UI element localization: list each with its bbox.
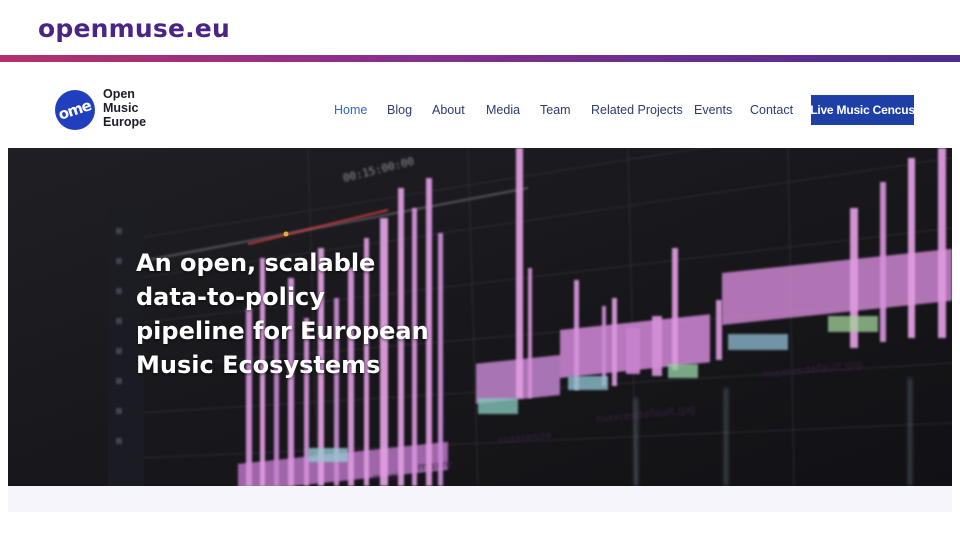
nav-about[interactable]: About (432, 103, 465, 117)
site-logo[interactable]: ome Open Music Europe (55, 87, 155, 131)
nav-related-projects[interactable]: Related Projects (591, 103, 683, 117)
logo-line: Music (103, 101, 139, 115)
headline-line: data-to-policy (136, 283, 325, 311)
website-screenshot: ome Open Music Europe Home Blog About Me… (8, 68, 952, 512)
content-strip (8, 486, 952, 512)
nav-contact[interactable]: Contact (750, 103, 793, 117)
nav-blog[interactable]: Blog (387, 103, 412, 117)
site-header: ome Open Music Europe Home Blog About Me… (8, 68, 952, 148)
logo-wordmark: Open Music Europe (103, 87, 146, 129)
hero-headline: An open, scalable data-to-policy pipelin… (136, 246, 496, 382)
logo-line: Open (103, 87, 135, 101)
headline-line: Music Ecosystems (136, 351, 381, 379)
headline-line: pipeline for European (136, 317, 429, 345)
logo-badge-icon: ome (55, 90, 95, 130)
nav-team[interactable]: Team (540, 103, 571, 117)
logo-mark: ome (56, 96, 94, 124)
nav-home[interactable]: Home (334, 103, 367, 117)
slide-title: openmuse.eu (38, 14, 230, 43)
title-divider (0, 55, 960, 62)
headline-line: An open, scalable (136, 249, 376, 277)
logo-line: Europe (103, 115, 147, 129)
hero-banner: 00:15:00:00 maxresde maxresdefault.jpg m… (8, 148, 952, 486)
nav-events[interactable]: Events (694, 103, 732, 117)
live-music-census-button[interactable]: Live Music Cencus (810, 95, 915, 125)
nav-media[interactable]: Media (486, 103, 520, 117)
